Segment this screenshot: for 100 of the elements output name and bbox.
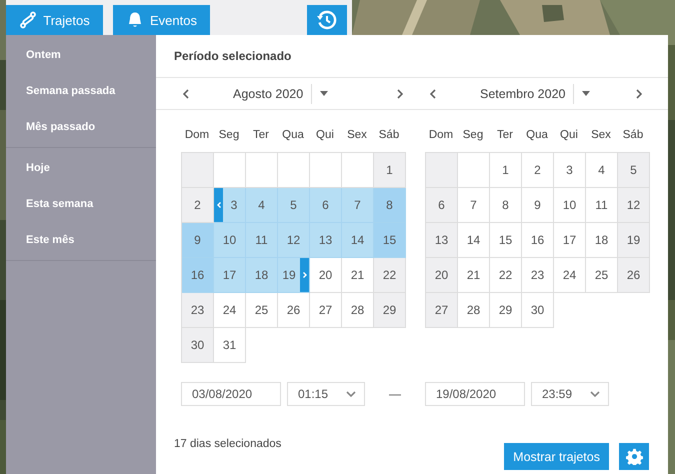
weekday-label: Sáb [622,129,644,141]
day-cell[interactable]: 25 [586,258,618,293]
end-time-select[interactable]: 23:59 [531,382,609,406]
day-cell[interactable]: 1 [490,153,522,188]
caret-icon[interactable] [582,91,590,96]
day-cell[interactable]: 27 [426,293,458,328]
weekday-label: Qui [315,129,335,141]
day-cell[interactable]: 13 [310,223,342,258]
history-icon [317,10,337,30]
day-cell[interactable]: 11 [586,188,618,223]
day-cell[interactable]: 5 [278,188,310,223]
day-cell[interactable]: 21 [342,258,374,293]
day-cell[interactable]: 4 [246,188,278,223]
route-icon [19,11,38,29]
day-cell[interactable]: 12 [618,188,650,223]
day-cell[interactable]: 12 [278,223,310,258]
day-cell[interactable]: 11 [246,223,278,258]
chevron-down-icon [590,391,600,397]
day-cell[interactable]: 14 [342,223,374,258]
tab[interactable]: Trajetos [6,5,103,35]
day-cell[interactable]: 5 [618,153,650,188]
weekday-label: Qui [559,129,579,141]
day-cell[interactable]: 18 [246,258,278,293]
month-title: Agosto 2020 [233,86,304,100]
weekday-label: Sex [346,129,368,141]
day-cell[interactable]: 18 [586,223,618,258]
day-cell[interactable]: 17 [554,223,586,258]
weekday-label: Qua [525,129,549,141]
day-cell[interactable]: 28 [342,293,374,328]
day-cell[interactable]: 8 [490,188,522,223]
day-cell[interactable]: 6 [310,188,342,223]
day-cell[interactable]: 2 [182,188,214,223]
day-cell[interactable]: 3 [554,153,586,188]
day-cell[interactable]: 3 [214,188,246,223]
day-cell[interactable]: 28 [458,293,490,328]
day-cell[interactable]: 24 [554,258,586,293]
day-cell[interactable]: 19 [278,258,310,293]
start-time-select[interactable]: 01:15 [287,382,365,406]
previous-month-icon[interactable] [183,88,189,98]
weekday-label: Sex [590,129,612,141]
selection-summary: 17 dias selecionados [174,438,282,452]
day-cell[interactable]: 15 [490,223,522,258]
show-routes-button[interactable]: Mostrar trajetos [504,443,609,470]
bell-icon [126,11,144,29]
day-cell[interactable]: 22 [374,258,406,293]
day-cell[interactable]: 25 [246,293,278,328]
weekday-label: Dom [184,129,210,141]
next-month-icon[interactable] [636,88,642,98]
day-cell[interactable]: 13 [426,223,458,258]
start-date-field[interactable]: 03/08/2020 [181,382,281,406]
day-cell[interactable]: 9 [522,188,554,223]
day-cell[interactable]: 23 [182,293,214,328]
range-end-handle[interactable] [300,258,309,292]
day-cell[interactable]: 30 [182,328,214,363]
weekday-label: Dom [428,129,454,141]
caret-icon[interactable] [320,91,328,96]
day-cell[interactable]: 30 [522,293,554,328]
month-title: Setembro 2020 [480,86,566,100]
day-cell[interactable]: 4 [586,153,618,188]
day-cell[interactable]: 21 [458,258,490,293]
day-cell[interactable]: 7 [458,188,490,223]
day-cell[interactable]: 29 [490,293,522,328]
chevron-down-icon [346,391,356,397]
previous-month-icon[interactable] [430,88,436,98]
weekday-label: Sáb [378,129,400,141]
day-cell[interactable]: 15 [374,223,406,258]
weekday-label: Seg [462,129,484,141]
end-date-field[interactable]: 19/08/2020 [425,382,525,406]
day-cell[interactable]: 14 [458,223,490,258]
day-cell[interactable]: 20 [310,258,342,293]
day-cell[interactable]: 27 [310,293,342,328]
day-cell[interactable]: 2 [522,153,554,188]
tab[interactable]: Eventos [113,5,210,35]
day-cell[interactable]: 8 [374,188,406,223]
day-cell[interactable]: 16 [182,258,214,293]
day-cell[interactable]: 31 [214,328,246,363]
day-cell[interactable]: 22 [490,258,522,293]
day-cell[interactable]: 16 [522,223,554,258]
day-cell[interactable]: 26 [278,293,310,328]
day-cell[interactable]: 29 [374,293,406,328]
day-cell[interactable]: 20 [426,258,458,293]
day-cell[interactable]: 26 [618,258,650,293]
day-cell[interactable]: 23 [522,258,554,293]
panel-title: Período selecionado [156,35,668,78]
day-cell[interactable]: 10 [214,223,246,258]
settings-button[interactable] [619,443,649,470]
day-cell[interactable]: 7 [342,188,374,223]
day-cell[interactable]: 17 [214,258,246,293]
weekday-label: Seg [218,129,240,141]
day-cell[interactable]: 10 [554,188,586,223]
day-cell[interactable]: 24 [214,293,246,328]
weekday-label: Ter [496,129,514,141]
history-button[interactable] [307,5,347,35]
day-cell[interactable]: 1 [374,153,406,188]
next-month-icon[interactable] [397,88,403,98]
day-cell[interactable]: 6 [426,188,458,223]
settings-icon [626,448,642,465]
day-cell[interactable]: 9 [182,223,214,258]
range-start-handle[interactable] [214,188,223,222]
day-cell[interactable]: 19 [618,223,650,258]
